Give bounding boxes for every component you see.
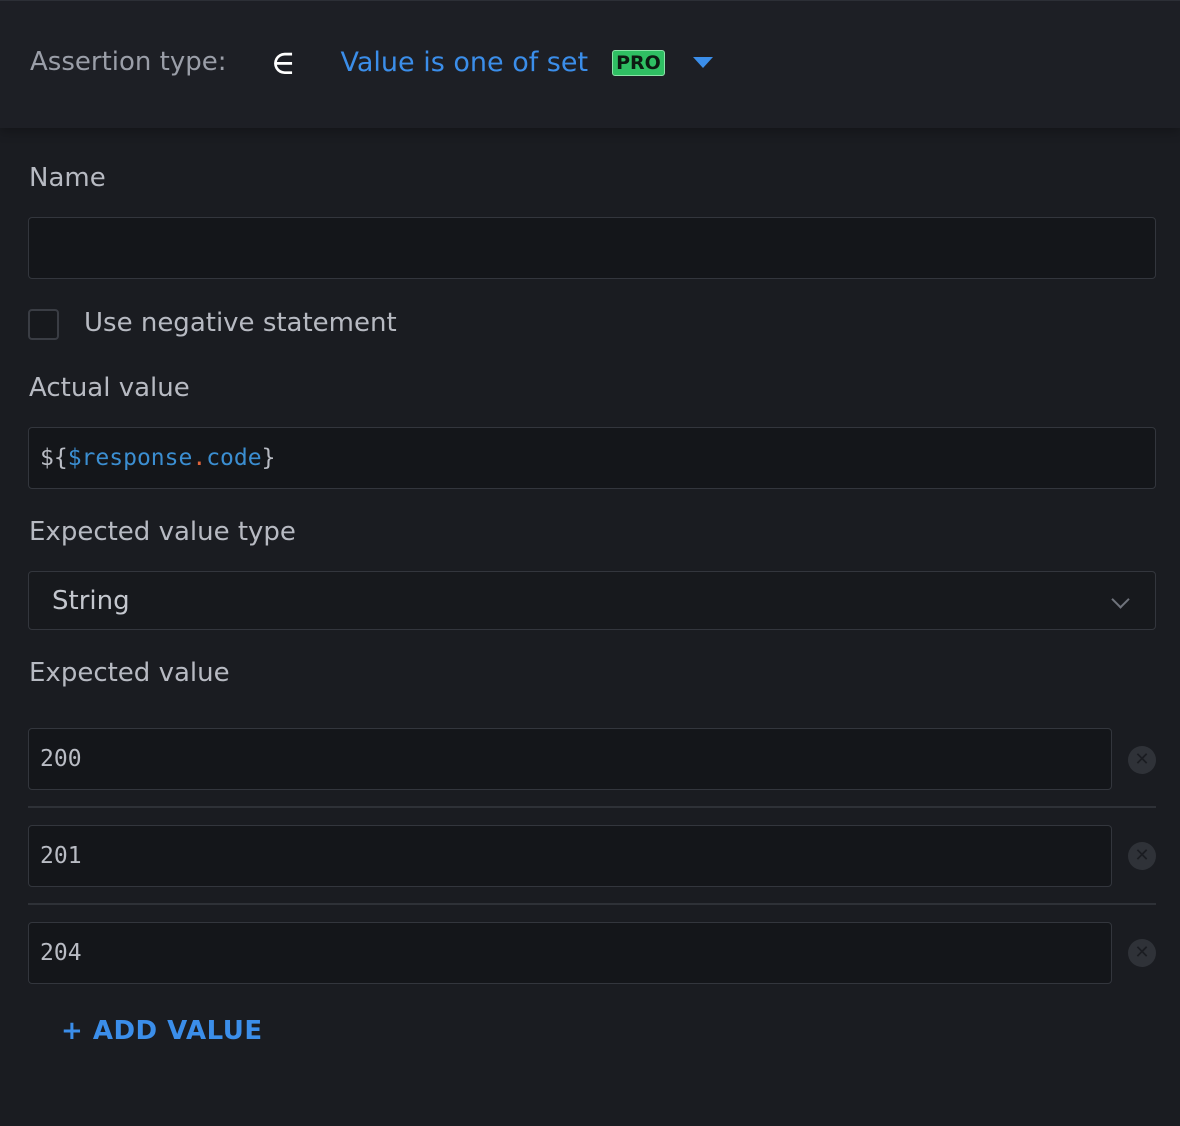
- expected-value-input-1[interactable]: 200: [28, 728, 1112, 790]
- value-divider: [28, 806, 1156, 808]
- expected-type-select[interactable]: String: [28, 571, 1156, 630]
- actual-value-expression: ${$response.code}: [40, 445, 276, 471]
- expected-type-value: String: [52, 585, 130, 616]
- element-of-icon: ∈: [270, 42, 296, 83]
- expected-value-2: 201: [40, 843, 82, 869]
- name-input[interactable]: [28, 217, 1156, 279]
- remove-value-icon[interactable]: ✕: [1128, 939, 1156, 967]
- expected-value-input-3[interactable]: 204: [28, 922, 1112, 984]
- assertion-type-label: Assertion type:: [30, 46, 227, 77]
- expected-type-label: Expected value type: [29, 517, 296, 547]
- expected-value-input-2[interactable]: 201: [28, 825, 1112, 887]
- pro-badge: PRO: [612, 49, 665, 76]
- actual-value-label: Actual value: [29, 373, 190, 403]
- assertion-type-dropdown[interactable]: Value is one of set: [340, 47, 588, 78]
- remove-value-icon[interactable]: ✕: [1128, 842, 1156, 870]
- negative-statement-checkbox[interactable]: [28, 309, 59, 340]
- caret-down-icon[interactable]: [692, 57, 713, 68]
- assertion-panel: Assertion type: ∈ Value is one of set PR…: [0, 0, 1180, 1126]
- expected-value-3: 204: [40, 940, 82, 966]
- remove-value-icon[interactable]: ✕: [1128, 746, 1156, 774]
- actual-value-input[interactable]: ${$response.code}: [28, 427, 1156, 489]
- expected-value-1: 200: [40, 746, 82, 772]
- value-divider: [28, 903, 1156, 905]
- add-value-button[interactable]: + ADD VALUE: [61, 1016, 263, 1046]
- assertion-type-header: Assertion type: ∈ Value is one of set PR…: [0, 0, 1180, 128]
- negative-statement-label: Use negative statement: [84, 308, 397, 338]
- chevron-down-icon: [1111, 590, 1130, 609]
- expected-value-label: Expected value: [29, 658, 230, 688]
- name-label: Name: [29, 163, 106, 193]
